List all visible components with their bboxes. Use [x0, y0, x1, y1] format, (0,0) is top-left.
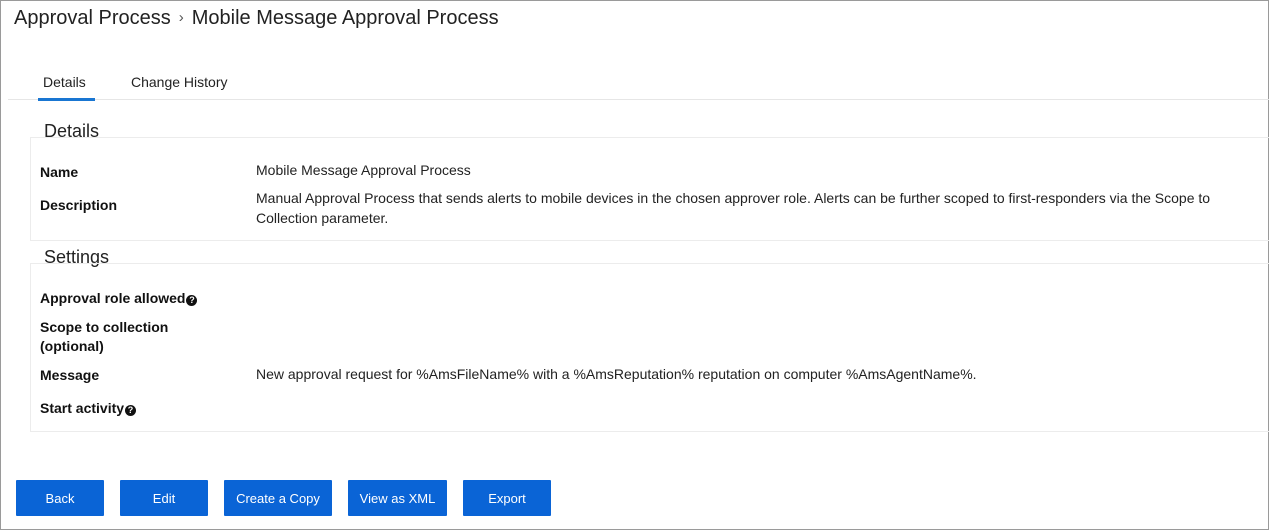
tab-details[interactable]: Details	[38, 74, 95, 101]
approval-role-label: Approval role allowed?	[40, 289, 198, 308]
tab-change-history[interactable]: Change History	[131, 74, 228, 90]
view-xml-button[interactable]: View as XML	[348, 480, 447, 516]
description-label: Description	[40, 197, 118, 213]
edit-button[interactable]: Edit	[120, 480, 208, 516]
create-copy-button[interactable]: Create a Copy	[224, 480, 332, 516]
message-value: New approval request for %AmsFileName% w…	[256, 366, 977, 382]
breadcrumb-chevron-icon: ›	[178, 9, 184, 26]
breadcrumb: Approval Process › Mobile Message Approval…	[14, 7, 499, 30]
breadcrumb-parent-link[interactable]: Approval Process	[14, 7, 171, 29]
page-title: Mobile Message Approval Process	[191, 7, 499, 29]
start-activity-label: Start activity?	[40, 399, 137, 418]
description-value: Manual Approval Process that sends alert…	[256, 190, 1211, 226]
name-label: Name	[40, 164, 79, 180]
scope-label-line1: Scope to collection	[40, 319, 169, 335]
tab-bar: Details Change History	[8, 70, 1269, 101]
scope-label-line2: (optional)	[40, 338, 104, 354]
start-activity-label-text: Start activity	[40, 400, 125, 416]
help-icon[interactable]: ?	[186, 295, 198, 306]
scope-label: Scope to collection (optional)	[40, 318, 168, 356]
approval-role-label-text: Approval role allowed	[40, 290, 186, 306]
settings-panel	[30, 263, 1269, 432]
export-button[interactable]: Export	[463, 480, 551, 516]
help-icon[interactable]: ?	[125, 405, 137, 416]
back-button[interactable]: Back	[16, 480, 104, 516]
name-value: Mobile Message Approval Process	[256, 162, 471, 178]
message-label: Message	[40, 367, 100, 383]
